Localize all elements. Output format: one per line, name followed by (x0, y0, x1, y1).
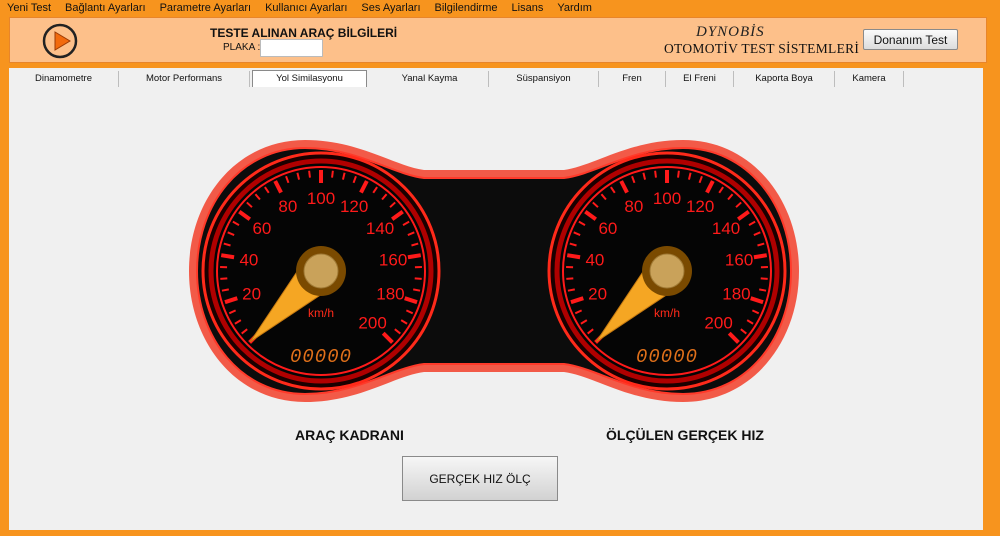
gauge-tick (753, 253, 768, 260)
plate-label: PLAKA : (223, 42, 261, 53)
gauge-tick-label: 140 (366, 219, 394, 238)
menu-item-baglanti-ayarlari[interactable]: Bağlantı Ayarları (58, 0, 153, 16)
gauge-tick-label: 120 (340, 197, 368, 216)
gauge-tick (221, 288, 230, 292)
gauge-tick-label: 120 (686, 197, 714, 216)
gauge-tick (566, 253, 581, 260)
vehicle-info-title: TESTE ALINAN ARAÇ BİLGİLERİ (210, 26, 398, 40)
tab-motor-performans[interactable]: Motor Performans (119, 71, 250, 87)
gauge-tick-label: 60 (598, 219, 617, 238)
gauge-tick (331, 170, 334, 178)
brand-logo: DYNOBİS (696, 24, 765, 40)
hardware-test-button[interactable]: Donanım Test (863, 29, 958, 50)
gauge-tick-label: 80 (278, 197, 297, 216)
measured-speed-label: ÖLÇÜLEN GERÇEK HIZ (606, 427, 764, 443)
main-panel: Dinamometre Motor Performans Yol Similas… (9, 68, 983, 530)
speedometer-dashboard: 020406080100120140160180200km/h00000 020… (189, 140, 799, 402)
gauge-tick-label: 100 (653, 189, 681, 208)
right-gauge: 020406080100120140160180200km/h00000 (547, 151, 787, 391)
left-gauge: 020406080100120140160180200km/h00000 (201, 151, 441, 391)
gauge-tick-label: 180 (376, 285, 404, 304)
menu-bar: Yeni Test Bağlantı Ayarları Parametre Ay… (0, 0, 1000, 16)
gauge-hub-inner (649, 253, 685, 289)
gauge-tick-label: 20 (242, 285, 261, 304)
gauge-tick (308, 170, 311, 178)
gauge-tick (407, 253, 422, 260)
tab-yanal-kayma[interactable]: Yanal Kayma (371, 71, 489, 87)
tab-dinamometre[interactable]: Dinamometre (9, 71, 119, 87)
bottom-border (0, 530, 1000, 536)
menu-item-parametre-ayarlari[interactable]: Parametre Ayarları (153, 0, 259, 16)
gauge-tick-label: 20 (588, 285, 607, 304)
menu-item-lisans[interactable]: Lisans (505, 0, 551, 16)
tab-kaporta-boya[interactable]: Kaporta Boya (734, 71, 835, 87)
menu-item-yeni-test[interactable]: Yeni Test (0, 0, 58, 16)
gauge-tick (677, 170, 680, 178)
tab-strip: Dinamometre Motor Performans Yol Similas… (9, 68, 983, 88)
menu-item-yardim[interactable]: Yardım (550, 0, 599, 16)
gauge-tick (412, 288, 421, 292)
vehicle-info-header: TESTE ALINAN ARAÇ BİLGİLERİ PLAKA : DYNO… (9, 17, 987, 63)
brand-subtitle: OTOMOTİV TEST SİSTEMLERİ (664, 41, 860, 56)
gauge-tick-label: 160 (379, 251, 407, 270)
menu-item-kullanici-ayarlari[interactable]: Kullanıcı Ayarları (258, 0, 354, 16)
gauge-tick (654, 170, 657, 178)
gauge-digital-readout: 00000 (290, 346, 352, 368)
plate-input[interactable] (260, 39, 323, 57)
gauge-hub-inner (303, 253, 339, 289)
gauge-tick (758, 288, 767, 292)
vehicle-gauge-label: ARAÇ KADRANI (295, 427, 404, 443)
gauge-tick-label: 200 (358, 314, 386, 333)
tab-fren[interactable]: Fren (599, 71, 666, 87)
gauge-tick (414, 277, 422, 280)
gauge-tick-label: 40 (239, 251, 258, 270)
tab-el-freni[interactable]: El Freni (666, 71, 734, 87)
play-icon[interactable] (42, 23, 78, 59)
menu-item-ses-ayarlari[interactable]: Ses Ayarları (354, 0, 427, 16)
gauge-tick (566, 277, 574, 280)
gauge-tick-label: 100 (307, 189, 335, 208)
gauge-digital-readout: 00000 (636, 346, 698, 368)
tab-kamera[interactable]: Kamera (835, 71, 904, 87)
gauge-tick-label: 180 (722, 285, 750, 304)
gauge-tick-label: 60 (252, 219, 271, 238)
gauge-tick-label: 160 (725, 251, 753, 270)
gauge-tick (220, 253, 235, 260)
gauge-tick (760, 277, 768, 280)
gauge-tick-label: 200 (704, 314, 732, 333)
gauge-tick (567, 288, 576, 292)
tab-suspansiyon[interactable]: Süspansiyon (489, 71, 599, 87)
menu-item-bilgilendirme[interactable]: Bilgilendirme (428, 0, 505, 16)
gauge-tick-label: 80 (624, 197, 643, 216)
tab-yol-similasyonu[interactable]: Yol Similasyonu (252, 70, 367, 87)
gauge-tick-label: 40 (585, 251, 604, 270)
measure-real-speed-button[interactable]: GERÇEK HIZ ÖLÇ (402, 456, 558, 501)
gauge-tick-label: 140 (712, 219, 740, 238)
gauge-unit-label: km/h (308, 306, 334, 320)
gauge-tick (220, 277, 228, 280)
gauge-unit-label: km/h (654, 306, 680, 320)
